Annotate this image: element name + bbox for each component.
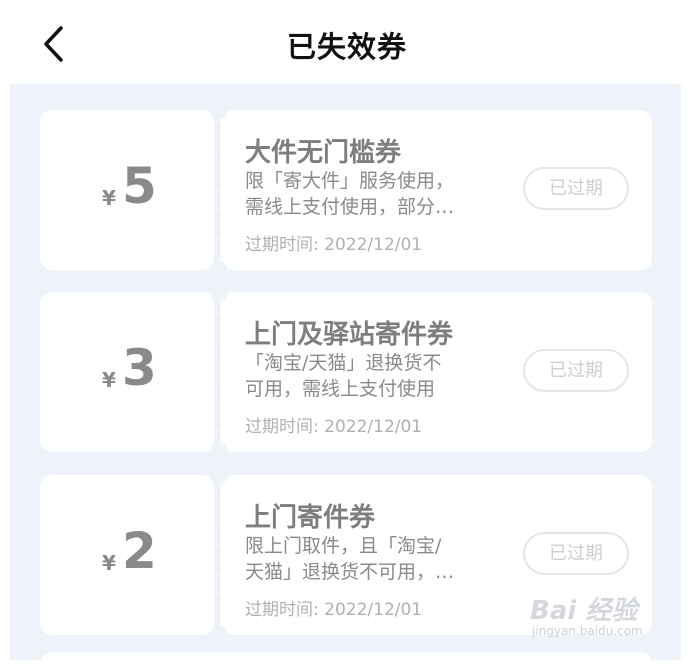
page-title: 已失效券 — [286, 30, 407, 64]
ticket-notch-top — [210, 283, 228, 301]
watermark-logo: Bai 经验 — [530, 596, 638, 626]
ticket-notch-top — [210, 466, 228, 484]
amount-value: 2 — [122, 522, 157, 580]
coupon-name: 上门及驿站寄件券 — [245, 320, 454, 350]
coupon-name: 上门寄件券 — [245, 503, 376, 533]
coupon-amount: ¥ 3 — [100, 340, 220, 400]
currency-symbol: ¥ — [102, 551, 116, 575]
coupon-description: 「淘宝/天猫」退换货不 可用，需线上支付使用 — [245, 350, 475, 402]
next-coupon-card-peek — [40, 652, 652, 664]
ticket-notch-bottom — [210, 443, 228, 461]
currency-symbol: ¥ — [102, 368, 116, 392]
currency-symbol: ¥ — [102, 186, 116, 210]
coupon-amount: ¥ 2 — [100, 523, 220, 583]
expired-status-button[interactable]: 已过期 — [523, 349, 629, 392]
ticket-notch-bottom — [210, 626, 228, 644]
coupon-desc-line: 「淘宝/天猫」退换货不 — [245, 352, 442, 374]
expired-status-button[interactable]: 已过期 — [523, 532, 629, 575]
coupon-desc-line: 限上门取件，且「淘宝/ — [245, 535, 442, 557]
coupon-desc-line: 天猫」退换货不可用，… — [245, 561, 455, 583]
watermark-url: jingyan.baidu.com — [532, 624, 643, 638]
coupon-description: 限「寄大件」服务使用， 需线上支付使用，部分… — [245, 168, 475, 220]
amount-value: 5 — [122, 157, 157, 215]
expired-status-button[interactable]: 已过期 — [523, 167, 629, 210]
coupon-expiry: 过期时间: 2022/12/01 — [245, 600, 423, 620]
ticket-notch-top — [210, 101, 228, 119]
coupon-desc-line: 限「寄大件」服务使用， — [245, 170, 455, 192]
amount-value: 3 — [122, 339, 157, 397]
coupon-expiry: 过期时间: 2022/12/01 — [245, 417, 423, 437]
coupon-expiry: 过期时间: 2022/12/01 — [245, 235, 423, 255]
header-bar: 已失效券 — [0, 0, 694, 84]
coupon-description: 限上门取件，且「淘宝/ 天猫」退换货不可用，… — [245, 533, 475, 585]
coupon-card: ¥ 5 大件无门槛券 限「寄大件」服务使用， 需线上支付使用，部分… 过期时间:… — [40, 101, 652, 279]
ticket-notch-bottom — [210, 261, 228, 279]
coupon-desc-line: 需线上支付使用，部分… — [245, 196, 455, 218]
coupon-card: ¥ 3 上门及驿站寄件券 「淘宝/天猫」退换货不 可用，需线上支付使用 过期时间… — [40, 283, 652, 461]
watermark: Bai 经验 jingyan.baidu.com — [530, 590, 680, 650]
coupon-amount: ¥ 5 — [100, 158, 220, 218]
coupon-name: 大件无门槛券 — [245, 138, 402, 168]
coupon-desc-line: 可用，需线上支付使用 — [245, 378, 436, 400]
